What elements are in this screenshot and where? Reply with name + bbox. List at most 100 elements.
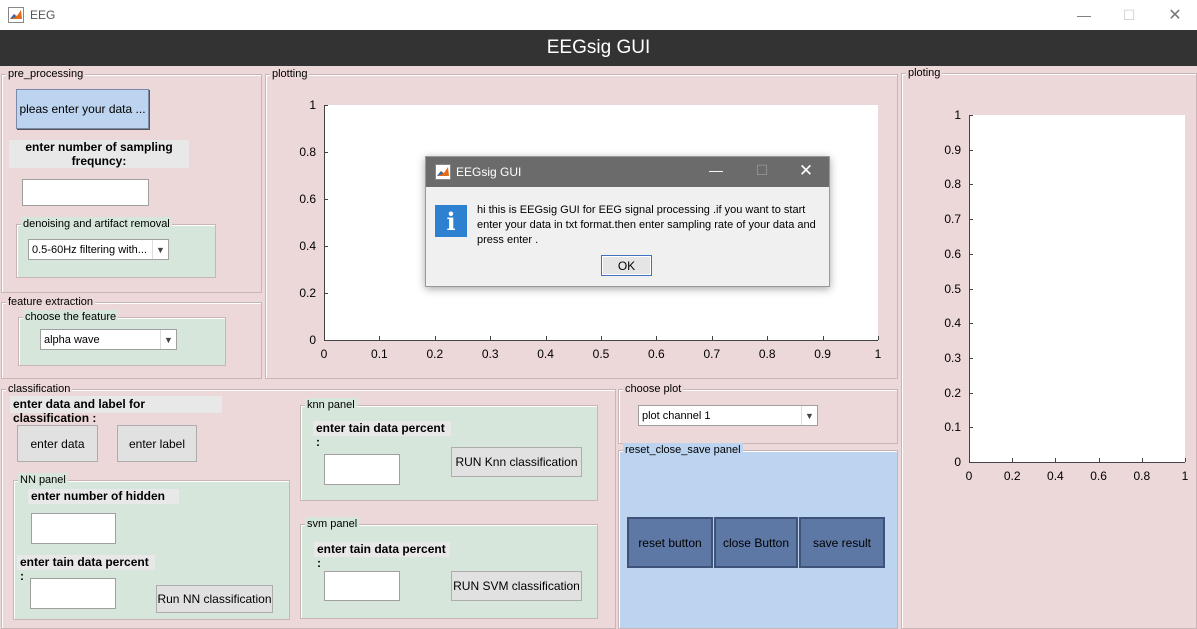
plotting-panel-title: plotting <box>270 67 310 81</box>
reset-button[interactable]: reset button <box>627 517 713 568</box>
plot2-y-tick-label: 0.4 <box>944 316 961 331</box>
plot1-y-tick-label: 0 <box>309 333 316 347</box>
knn-percent-label: enter tain data percent : <box>313 421 451 449</box>
plot2-x-tick-mark <box>1185 458 1186 462</box>
plot2-y-axis-line <box>969 115 970 462</box>
close-button[interactable]: close Button <box>714 517 798 568</box>
info-icon: i <box>435 205 467 237</box>
chevron-down-icon: ▼ <box>801 406 817 425</box>
dialog-maximize-button[interactable]: ☐ <box>740 162 784 179</box>
plot2-x-tick-label: 1 <box>1181 469 1189 483</box>
plot2-x-axis-line <box>969 462 1185 463</box>
enter-data-file-button[interactable]: pleas enter your data ... <box>16 89 149 129</box>
dialog-message: hi this is EEGsig GUI for EEG signal pro… <box>477 204 816 246</box>
plot1-x-tick-label: 0 <box>320 347 328 361</box>
plot1-x-tick-label: 1 <box>874 347 882 361</box>
feature-select[interactable]: alpha wave ▼ <box>40 329 177 350</box>
dialog-minimize-button[interactable]: — <box>694 162 738 178</box>
plot2-x-tick-label: 0 <box>965 469 973 483</box>
maximize-button[interactable]: ☐ <box>1106 0 1152 30</box>
plot1-x-tick-label: 0.2 <box>426 347 444 361</box>
matlab-app-icon <box>435 164 451 180</box>
plot1-y-tick-label: 0.4 <box>299 239 316 253</box>
knn-percent-input[interactable] <box>324 454 400 485</box>
plot-channel-select[interactable]: plot channel 1 ▼ <box>638 405 818 426</box>
matlab-app-icon <box>8 7 24 23</box>
plot1-x-tick-label: 0.6 <box>648 347 665 361</box>
classification-panel-title: classification <box>6 382 73 396</box>
plot2-axes[interactable] <box>969 115 1185 462</box>
enter-data-button[interactable]: enter data <box>17 425 98 462</box>
denoising-method-select[interactable]: 0.5-60Hz filtering with... ▼ <box>28 239 169 260</box>
plot-channel-value: plot channel 1 <box>642 409 711 422</box>
plot1-x-tick-label: 0.4 <box>537 347 554 361</box>
plot2-x-tick-label: 0.2 <box>1003 469 1021 483</box>
nn-hidden-label: enter number of hidden <box>28 489 179 504</box>
run-nn-button[interactable]: Run NN classification <box>156 585 273 613</box>
plot1-y-tick-label: 1 <box>309 98 316 112</box>
plot2-y-tick-label: 0.6 <box>944 246 961 261</box>
svm-percent-input[interactable] <box>324 571 400 601</box>
plot1-x-tick-label: 0.7 <box>703 347 721 361</box>
chevron-down-icon: ▼ <box>160 330 176 349</box>
gui-header: EEGsig GUI <box>0 30 1197 66</box>
window-titlebar: EEG — ☐ ✕ <box>0 0 1197 30</box>
chevron-down-icon: ▼ <box>152 240 168 259</box>
save-result-button[interactable]: save result <box>799 517 885 568</box>
denoising-method-value: 0.5-60Hz filtering with... <box>32 243 147 256</box>
feature-select-value: alpha wave <box>44 333 100 346</box>
svm-panel-title: svm panel <box>305 517 360 531</box>
sampling-frequency-input[interactable] <box>22 179 149 206</box>
minimize-button[interactable]: — <box>1061 0 1107 30</box>
nn-percent-input[interactable] <box>30 578 116 609</box>
run-knn-button[interactable]: RUN Knn classification <box>451 447 582 477</box>
plot2-y-tick-label: 0.9 <box>944 142 961 157</box>
svm-percent-label: enter tain data percent : <box>314 542 450 570</box>
dialog-title: EEGsig GUI <box>456 165 522 179</box>
plot1-y-axis-line <box>324 105 325 340</box>
plot2-y-tick-label: 0.5 <box>944 281 961 296</box>
plot1-x-tick-label: 0.5 <box>592 347 610 361</box>
plot1-y-tick-label: 0.6 <box>299 192 316 206</box>
plot1-x-tick-label: 0.8 <box>758 347 776 361</box>
dialog-close-button[interactable]: ✕ <box>784 161 828 181</box>
reset-close-save-panel-title: reset_close_save panel <box>623 443 743 457</box>
run-svm-button[interactable]: RUN SVM classification <box>451 571 582 601</box>
plot2-y-tick-label: 0.7 <box>944 212 961 227</box>
knn-panel-title: knn panel <box>305 398 357 412</box>
plot2-y-tick-label: 0.2 <box>944 385 961 400</box>
close-window-button[interactable]: ✕ <box>1152 0 1197 30</box>
plot1-y-tick-label: 0.2 <box>299 286 316 300</box>
ok-button[interactable]: OK <box>601 255 652 276</box>
plot2-y-tick-label: 0.1 <box>944 420 961 435</box>
plot2-x-tick-label: 0.4 <box>1047 469 1064 483</box>
dialog-titlebar: EEGsig GUI — ☐ ✕ <box>426 157 829 187</box>
plot1-x-tick-label: 0.3 <box>481 347 499 361</box>
nn-hidden-input[interactable] <box>31 513 116 544</box>
plot2-y-tick-label: 0.3 <box>944 350 961 365</box>
plot2-y-tick-label: 0.8 <box>944 177 961 192</box>
choose-plot-panel-title: choose plot <box>623 382 684 396</box>
choose-feature-panel-title: choose the feature <box>23 310 119 324</box>
plot1-x-tick-mark <box>878 336 879 340</box>
enter-label-button[interactable]: enter label <box>117 425 197 462</box>
plot2-x-tick-label: 0.6 <box>1090 469 1107 483</box>
plot2-y-tick-label: 1 <box>954 108 961 122</box>
gui-header-title: EEGsig GUI <box>546 37 651 58</box>
plot1-x-tick-label: 0.9 <box>814 347 831 361</box>
plot1-x-axis-line <box>324 340 878 341</box>
denoising-panel-title: denoising and artifact removal <box>21 217 172 231</box>
ploting-panel-title: ploting <box>906 66 943 80</box>
plot2-x-tick-label: 0.8 <box>1133 469 1151 483</box>
pre-processing-panel-title: pre_processing <box>6 67 86 81</box>
sampling-frequency-label: enter number of sampling frequncy: <box>9 140 189 168</box>
plot1-y-tick-label: 0.8 <box>299 145 316 159</box>
feature-extraction-panel-title: feature extraction <box>6 295 95 309</box>
info-dialog: EEGsig GUI — ☐ ✕ i hi this is EEGsig GUI… <box>425 156 830 287</box>
classification-heading: enter data and label for classification … <box>10 396 222 425</box>
nn-panel-title: NN panel <box>18 473 68 487</box>
window-title: EEG <box>30 8 56 22</box>
plot1-x-tick-label: 0.1 <box>371 347 388 361</box>
plot2-y-tick-label: 0 <box>954 455 961 469</box>
nn-percent-label: enter tain data percent : <box>17 555 155 583</box>
